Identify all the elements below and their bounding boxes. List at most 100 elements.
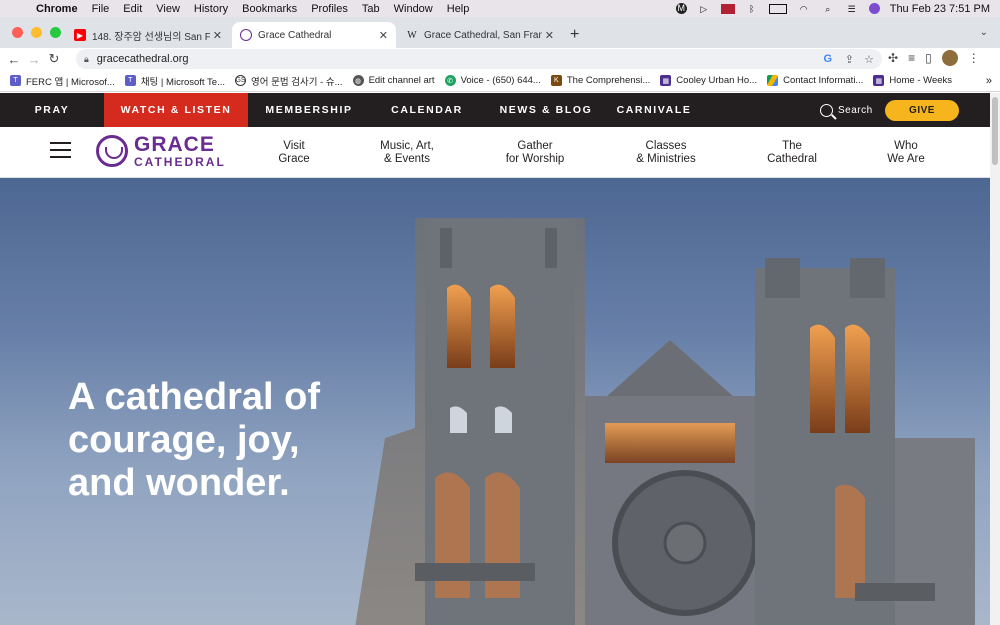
forward-button[interactable]: →	[24, 52, 44, 67]
nav-membership[interactable]: MEMBERSHIP	[248, 93, 370, 127]
logo-line2: CATHEDRAL	[134, 155, 226, 169]
bookmark-item[interactable]: Contact Informati...	[767, 75, 863, 86]
side-panel-icon[interactable]: ▯	[925, 51, 932, 65]
nav-line: Gather	[517, 140, 553, 152]
nav-line: Classes	[645, 140, 687, 152]
tab-youtube[interactable]: ▶ 148. 장주암 선생님의 San Francis ✕	[66, 22, 230, 48]
nav-the-cathedral[interactable]: The Cathedral	[757, 140, 827, 166]
nav-watch-listen[interactable]: WATCH & LISTEN	[104, 93, 248, 127]
menu-history[interactable]: History	[194, 3, 228, 15]
window-controls	[12, 27, 61, 38]
site-main-nav: GRACE CATHEDRAL Visit Grace Music, Art, & …	[0, 127, 990, 178]
status-m-icon[interactable]: M	[675, 3, 687, 14]
bookmark-item[interactable]: GS 영어 문법 검사기 - 슈...	[235, 74, 343, 88]
logo-line1: GRACE	[134, 133, 215, 156]
bookmark-item[interactable]: ✆ Voice - (650) 644...	[444, 75, 541, 86]
grammar-checker-icon: GS	[235, 75, 246, 86]
give-button[interactable]: GIVE	[885, 100, 959, 121]
menu-file[interactable]: File	[92, 3, 110, 15]
reload-button[interactable]: ↻	[44, 51, 64, 67]
bookmark-item[interactable]: T 채팅 | Microsoft Te...	[124, 74, 225, 88]
back-button[interactable]: ←	[4, 52, 24, 67]
nav-gather-worship[interactable]: Gather for Worship	[495, 140, 575, 166]
bookmark-item[interactable]: T FERC 앱 | Microsof...	[10, 74, 115, 88]
nav-line: The	[782, 140, 802, 152]
battery-icon[interactable]	[768, 3, 787, 14]
nav-line: & Ministries	[636, 153, 696, 165]
menu-app-name[interactable]: Chrome	[36, 3, 78, 15]
close-tab-icon[interactable]: ✕	[545, 29, 554, 42]
menu-status-area: M ▷ ᛒ ◠ ⌕ ☰ Thu Feb 23 7:51 PM	[675, 0, 990, 17]
bookmark-label: Voice - (650) 644...	[460, 75, 541, 86]
google-lens-icon[interactable]: G	[823, 53, 832, 65]
bluetooth-icon[interactable]: ᛒ	[745, 4, 759, 14]
address-bar[interactable]: 🔒︎ gracecathedral.org G ⇪ ☆	[76, 49, 882, 69]
menu-bookmarks[interactable]: Bookmarks	[242, 3, 297, 15]
new-tab-button[interactable]: +	[570, 26, 579, 44]
close-tab-icon[interactable]: ✕	[379, 29, 388, 42]
teams-icon: T	[10, 75, 21, 86]
google-drive-icon	[767, 75, 779, 86]
address-url[interactable]: gracecathedral.org	[97, 53, 189, 65]
play-circle-icon[interactable]: ▷	[697, 4, 711, 14]
menu-tab[interactable]: Tab	[362, 3, 380, 15]
nav-carnivale[interactable]: CARNIVALE	[608, 93, 700, 127]
wifi-icon[interactable]: ◠	[797, 4, 811, 14]
bookmark-label: FERC 앱 | Microsof...	[26, 76, 115, 88]
nav-classes-ministries[interactable]: Classes & Ministries	[624, 140, 708, 166]
page-scrollbar[interactable]	[990, 93, 1000, 625]
menu-profiles[interactable]: Profiles	[311, 3, 348, 15]
menu-clock[interactable]: Thu Feb 23 7:51 PM	[890, 3, 990, 15]
site-search-button[interactable]: Search	[820, 93, 873, 127]
extensions-icon[interactable]: ✣	[888, 51, 898, 65]
bookmark-label: Edit channel art	[368, 75, 435, 86]
reading-list-icon[interactable]: ≡	[908, 51, 915, 65]
bookmark-item[interactable]: ◍ Edit channel art	[352, 75, 435, 86]
menu-edit[interactable]: Edit	[123, 3, 142, 15]
profile-avatar[interactable]	[941, 50, 958, 66]
nav-who-we-are[interactable]: Who We Are	[876, 140, 936, 166]
tab-search-chevron-icon[interactable]: ⌄	[980, 27, 988, 38]
nav-line: Who	[894, 140, 918, 152]
close-window-button[interactable]	[12, 27, 23, 38]
bookmark-item[interactable]: ▦ Home - Weeks	[873, 75, 952, 86]
hamburger-menu-icon[interactable]	[50, 142, 71, 160]
nav-music-art-events[interactable]: Music, Art, & Events	[367, 140, 447, 166]
nav-line: for Worship	[505, 153, 565, 165]
lock-icon[interactable]: 🔒︎	[84, 54, 89, 65]
menu-view[interactable]: View	[156, 3, 180, 15]
web-page: PRAY WATCH & LISTEN MEMBERSHIP CALENDAR …	[0, 93, 990, 625]
scrollbar-thumb[interactable]	[992, 97, 998, 165]
nav-calendar[interactable]: CALENDAR	[370, 93, 484, 127]
bookmark-star-icon[interactable]: ☆	[864, 53, 874, 66]
minimize-window-button[interactable]	[31, 27, 42, 38]
phone-icon: ✆	[444, 75, 456, 86]
nav-pray[interactable]: PRAY	[0, 93, 104, 127]
wikipedia-icon: W	[407, 29, 417, 41]
nav-news-blog[interactable]: NEWS & BLOG	[484, 93, 608, 127]
siri-icon[interactable]	[868, 3, 880, 14]
calendar-icon: ▦	[873, 75, 885, 86]
zoom-window-button[interactable]	[50, 27, 61, 38]
bookmark-item[interactable]: ▦ Cooley Urban Ho...	[660, 75, 757, 86]
toolbar-actions: ✣ ≡ ▯ ⋮	[888, 50, 980, 66]
tab-title: Grace Cathedral	[258, 29, 332, 41]
flag-icon[interactable]	[720, 3, 735, 14]
share-icon[interactable]: ⇪	[845, 53, 854, 66]
nav-visit-grace[interactable]: Visit Grace	[262, 140, 326, 166]
spotlight-search-icon[interactable]: ⌕	[821, 4, 835, 14]
menu-window[interactable]: Window	[394, 3, 433, 15]
close-tab-icon[interactable]: ✕	[213, 29, 222, 42]
hero-heading: A cathedral of courage, joy, and wonder.	[68, 376, 320, 504]
bookmarks-overflow-icon[interactable]: »	[986, 75, 992, 87]
tab-wikipedia[interactable]: W Grace Cathedral, San Francisc ✕	[398, 22, 562, 48]
grace-cathedral-logo[interactable]: GRACE CATHEDRAL	[96, 134, 226, 168]
control-center-icon[interactable]: ☰	[845, 4, 859, 14]
tab-grace-cathedral[interactable]: Grace Cathedral ✕	[232, 22, 396, 48]
menu-help[interactable]: Help	[447, 3, 470, 15]
chrome-menu-icon[interactable]: ⋮	[968, 51, 980, 65]
grace-favicon	[240, 29, 252, 41]
bookmark-label: Cooley Urban Ho...	[676, 75, 758, 86]
bookmark-label: 영어 문법 검사기 - 슈...	[251, 76, 343, 88]
bookmark-item[interactable]: K The Comprehensi...	[550, 75, 650, 86]
